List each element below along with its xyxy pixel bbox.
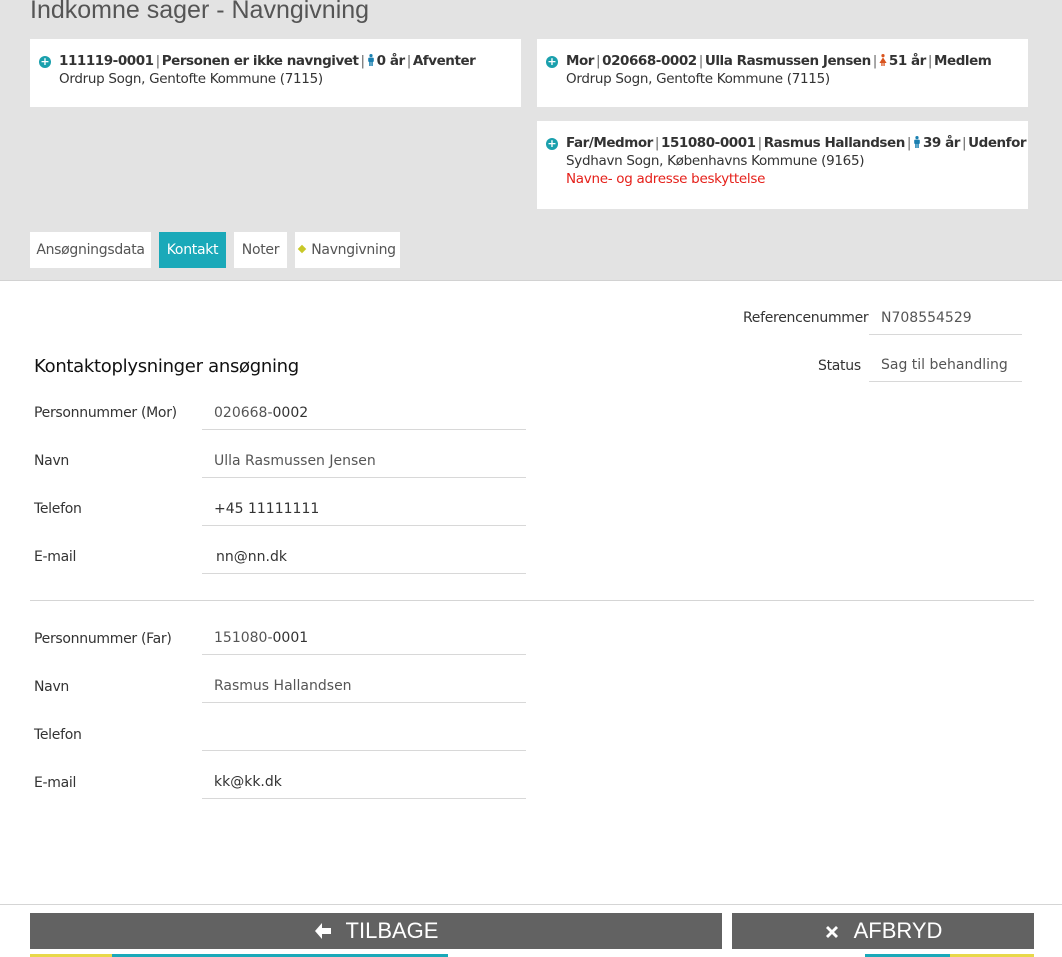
tab-label: Kontakt bbox=[166, 242, 219, 258]
tab-label: Navngivning bbox=[311, 242, 396, 258]
status-label: Status bbox=[818, 358, 861, 374]
back-button-label: TILBAGE bbox=[345, 918, 439, 943]
father-name: Rasmus Hallandsen bbox=[763, 135, 906, 151]
tab-kontakt[interactable]: Kontakt bbox=[159, 232, 226, 268]
mother-card[interactable]: + Mor | 020668-0002 | Ulla Rasmussen Jensen |… bbox=[537, 39, 1028, 107]
father-cpr-label: Personnummer (Far) bbox=[34, 631, 172, 647]
male-person-icon bbox=[367, 54, 375, 66]
status-field: Sag til behandling bbox=[869, 353, 1022, 382]
mother-name-field[interactable]: Ulla Rasmussen Jensen bbox=[202, 449, 526, 478]
father-email-label: E-mail bbox=[34, 775, 77, 791]
protection-warning: Navne- og adresse beskyttelse bbox=[566, 171, 766, 187]
father-email-field[interactable]: kk@kk.dk bbox=[202, 770, 526, 799]
tab-label: Ansøgningsdata bbox=[36, 242, 145, 258]
mother-card-summary: Mor | 020668-0002 | Ulla Rasmussen Jensen | 51… bbox=[566, 53, 992, 69]
section-divider bbox=[30, 600, 1034, 601]
father-name-label: Navn bbox=[34, 679, 70, 695]
father-state: Udenfor bbox=[968, 135, 1027, 151]
reference-label: Referencenummer bbox=[743, 310, 869, 326]
tab-noter[interactable]: Noter bbox=[234, 232, 287, 268]
father-cpr-seq: 0001 bbox=[272, 630, 309, 646]
status-value: Sag til behandling bbox=[881, 357, 1008, 373]
child-name-status: Personen er ikke navngivet bbox=[161, 53, 359, 69]
tab-label: Noter bbox=[241, 242, 280, 258]
mother-name-value: Ulla Rasmussen Jensen bbox=[214, 453, 376, 469]
father-card[interactable]: + Far/Medmor | 151080-0001 | Rasmus Hallands… bbox=[537, 121, 1028, 209]
back-button[interactable]: TILBAGE bbox=[30, 913, 722, 949]
father-age: 39 år bbox=[922, 135, 960, 151]
mother-state: Medlem bbox=[934, 53, 992, 69]
plus-circle-icon[interactable]: + bbox=[546, 138, 558, 150]
plus-circle-icon[interactable]: + bbox=[546, 56, 558, 68]
child-card[interactable]: + 111119-0001 | Personen er ikke navngivet… bbox=[30, 39, 521, 107]
mother-email-value: nn@nn.dk bbox=[216, 549, 287, 565]
mother-name-label: Navn bbox=[34, 453, 70, 469]
mother-cpr-label: Personnummer (Mor) bbox=[34, 405, 177, 421]
plus-circle-icon[interactable]: + bbox=[39, 56, 51, 68]
diamond-icon bbox=[298, 244, 307, 254]
page-title: Indkomne sager - Navngivning bbox=[30, 0, 370, 24]
father-card-summary: Far/Medmor | 151080-0001 | Rasmus Hallandsen… bbox=[566, 135, 1027, 151]
close-icon bbox=[824, 915, 840, 951]
mother-email-field[interactable]: nn@nn.dk bbox=[202, 545, 526, 574]
father-cpr: 151080-0001 bbox=[661, 135, 756, 151]
mother-cpr-date: 020668- bbox=[214, 405, 273, 421]
cancel-button-label: AFBRYD bbox=[853, 918, 943, 943]
father-cpr-field[interactable]: 151080-0001 bbox=[202, 626, 526, 655]
child-age: 0 år bbox=[376, 53, 406, 69]
father-name-value: Rasmus Hallandsen bbox=[214, 678, 352, 694]
father-phone-field[interactable] bbox=[202, 722, 526, 751]
father-cpr-date: 151080- bbox=[214, 630, 273, 646]
child-parish: Ordrup Sogn, Gentofte Kommune (7115) bbox=[59, 71, 323, 87]
reference-value: N708554529 bbox=[881, 310, 972, 326]
mother-cpr-seq: 0002 bbox=[272, 405, 309, 421]
arrow-left-icon bbox=[314, 915, 332, 951]
father-email-value: kk@kk.dk bbox=[214, 774, 282, 790]
mother-cpr-field[interactable]: 020668-0002 bbox=[202, 401, 526, 430]
child-card-summary: 111119-0001 | Personen er ikke navngivet | 0… bbox=[59, 53, 476, 69]
mother-parish: Ordrup Sogn, Gentofte Kommune (7115) bbox=[566, 71, 830, 87]
mother-phone-field[interactable]: +45 11111111 bbox=[202, 497, 526, 526]
header-area: Indkomne sager - Navngivning + 111119-00… bbox=[0, 0, 1062, 281]
tab-ansoegningsdata[interactable]: Ansøgningsdata bbox=[30, 232, 151, 268]
mother-email-label: E-mail bbox=[34, 549, 77, 565]
child-cpr: 111119-0001 bbox=[59, 53, 154, 69]
mother-phone-value: +45 11111111 bbox=[214, 501, 320, 517]
cancel-button[interactable]: AFBRYD bbox=[732, 913, 1034, 949]
father-name-field[interactable]: Rasmus Hallandsen bbox=[202, 674, 526, 703]
father-phone-label: Telefon bbox=[34, 727, 82, 743]
male-person-icon bbox=[913, 136, 921, 148]
female-person-icon bbox=[879, 54, 887, 66]
mother-cpr: 020668-0002 bbox=[602, 53, 697, 69]
footer-divider bbox=[0, 904, 1062, 905]
tab-navngivning[interactable]: Navngivning bbox=[295, 232, 400, 268]
father-role: Far/Medmor bbox=[566, 135, 653, 151]
mother-age: 51 år bbox=[888, 53, 926, 69]
mother-name: Ulla Rasmussen Jensen bbox=[704, 53, 871, 69]
mother-role: Mor bbox=[566, 53, 595, 69]
mother-phone-label: Telefon bbox=[34, 501, 82, 517]
father-parish: Sydhavn Sogn, Københavns Kommune (9165) bbox=[566, 153, 865, 169]
child-state: Afventer bbox=[412, 53, 476, 69]
section-title: Kontaktoplysninger ansøgning bbox=[34, 356, 299, 377]
reference-field: N708554529 bbox=[869, 306, 1022, 335]
